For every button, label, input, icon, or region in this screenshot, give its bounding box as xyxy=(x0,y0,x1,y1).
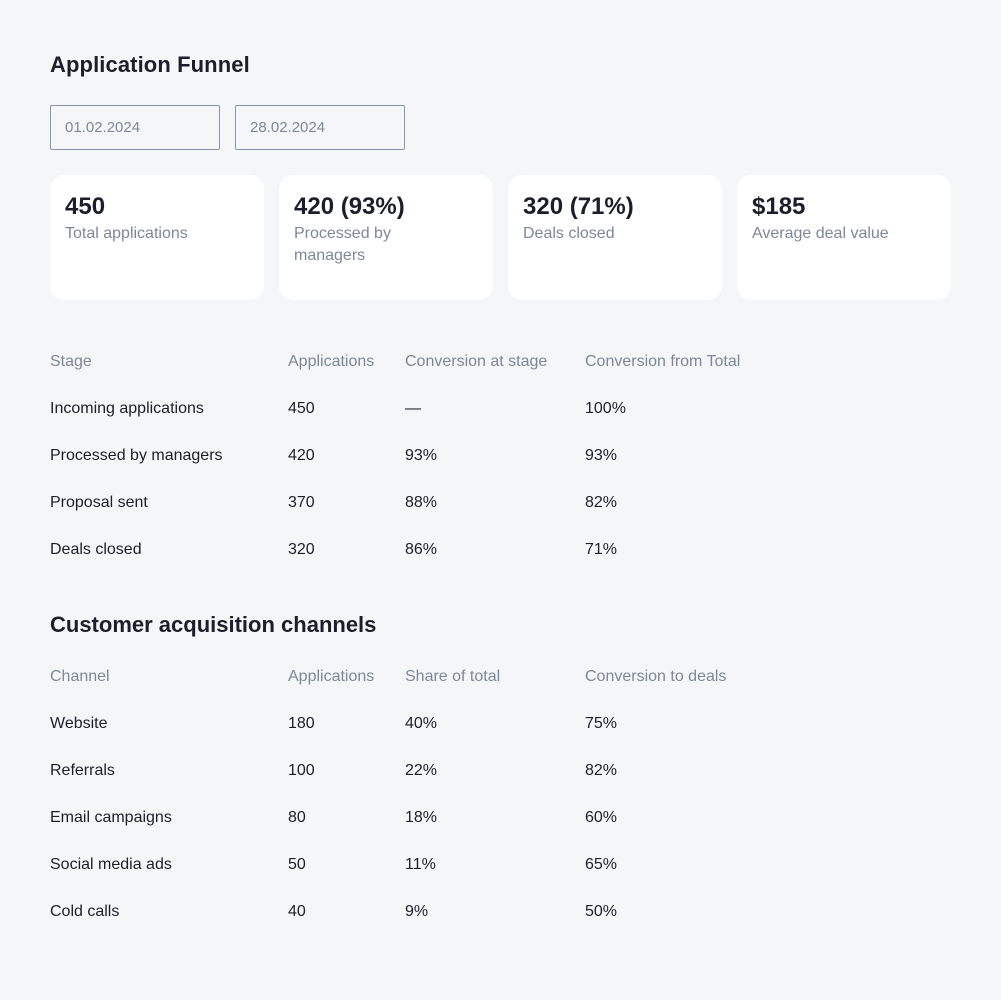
cell-conversion-total: 100% xyxy=(585,399,626,417)
cell-conversion-total: 93% xyxy=(585,446,618,464)
cell-conversion-stage: 93% xyxy=(405,446,438,464)
column-header: Conversion to deals xyxy=(585,667,727,685)
cell-conversion: 60% xyxy=(585,808,618,826)
cell-conversion: 50% xyxy=(585,902,618,920)
cell-applications: 320 xyxy=(288,540,315,558)
table-row: Deals closed 320 86% 71% xyxy=(50,526,785,573)
cell-applications: 420 xyxy=(288,446,315,464)
card-total-applications: 450 Total applications xyxy=(50,175,264,300)
table-row: Website 180 40% 75% xyxy=(50,700,785,747)
cell-applications: 50 xyxy=(288,855,306,873)
cell-channel: Website xyxy=(50,714,108,732)
cell-conversion-stage: 86% xyxy=(405,540,438,558)
cell-applications: 180 xyxy=(288,714,315,732)
card-label: Deals closed xyxy=(523,225,615,242)
card-value: $185 xyxy=(752,193,806,220)
cell-conversion-stage: — xyxy=(405,399,421,417)
card-value: 320 (71%) xyxy=(523,193,634,220)
card-processed: 420 (93%) Processed by managers xyxy=(279,175,493,300)
date-range xyxy=(50,105,405,150)
cell-conversion: 65% xyxy=(585,855,618,873)
column-header: Conversion from Total xyxy=(585,352,741,370)
cell-applications: 450 xyxy=(288,399,315,417)
cell-stage: Deals closed xyxy=(50,540,142,558)
card-label: Processed by managers xyxy=(294,225,391,264)
cell-conversion-total: 82% xyxy=(585,493,618,511)
table-row: Email campaigns 80 18% 60% xyxy=(50,794,785,841)
card-deals-closed: 320 (71%) Deals closed xyxy=(508,175,722,300)
cell-channel: Social media ads xyxy=(50,855,172,873)
cell-stage: Processed by managers xyxy=(50,446,223,464)
card-average-deal: $185 Average deal value xyxy=(737,175,951,300)
table-header-row: Channel Applications Share of total Conv… xyxy=(50,653,785,700)
column-header: Share of total xyxy=(405,667,501,685)
channels-table: Channel Applications Share of total Conv… xyxy=(50,653,785,935)
page-title: Application Funnel xyxy=(50,52,250,77)
table-row: Referrals 100 22% 82% xyxy=(50,747,785,794)
cell-conversion-total: 71% xyxy=(585,540,618,558)
cell-applications: 40 xyxy=(288,902,306,920)
table-row: Proposal sent 370 88% 82% xyxy=(50,479,785,526)
cell-channel: Referrals xyxy=(50,761,115,779)
date-to-input[interactable] xyxy=(235,105,405,150)
column-header: Applications xyxy=(288,352,375,370)
table-row: Processed by managers 420 93% 93% xyxy=(50,432,785,479)
cell-channel: Email campaigns xyxy=(50,808,172,826)
cell-stage: Proposal sent xyxy=(50,493,148,511)
table-header-row: Stage Applications Conversion at stage C… xyxy=(50,338,785,385)
cell-conversion: 82% xyxy=(585,761,618,779)
cell-share: 9% xyxy=(405,902,429,920)
funnel-page: Application Funnel 450 Total application… xyxy=(0,0,1001,1000)
table-row: Incoming applications 450 — 100% xyxy=(50,385,785,432)
card-label: Total applications xyxy=(65,225,188,242)
cell-conversion-stage: 88% xyxy=(405,493,438,511)
column-header: Conversion at stage xyxy=(405,352,548,370)
cell-share: 22% xyxy=(405,761,438,779)
cell-applications: 80 xyxy=(288,808,306,826)
cell-applications: 100 xyxy=(288,761,315,779)
table-row: Cold calls 40 9% 50% xyxy=(50,888,785,935)
section-title-channels: Customer acquisition channels xyxy=(50,612,377,637)
table-row: Social media ads 50 11% 65% xyxy=(50,841,785,888)
column-header: Stage xyxy=(50,352,92,370)
cell-channel: Cold calls xyxy=(50,902,120,920)
cell-share: 40% xyxy=(405,714,438,732)
funnel-table: Stage Applications Conversion at stage C… xyxy=(50,338,785,573)
card-value: 420 (93%) xyxy=(294,193,405,220)
column-header: Applications xyxy=(288,667,375,685)
summary-cards: 450 Total applications 420 (93%) Process… xyxy=(50,175,951,300)
date-from-input[interactable] xyxy=(50,105,220,150)
card-label: Average deal value xyxy=(752,225,889,242)
cell-share: 11% xyxy=(405,855,436,873)
cell-share: 18% xyxy=(405,808,438,826)
cell-stage: Incoming applications xyxy=(50,399,204,417)
cell-applications: 370 xyxy=(288,493,315,511)
cell-conversion: 75% xyxy=(585,714,618,732)
column-header: Channel xyxy=(50,667,110,685)
card-value: 450 xyxy=(65,193,106,220)
